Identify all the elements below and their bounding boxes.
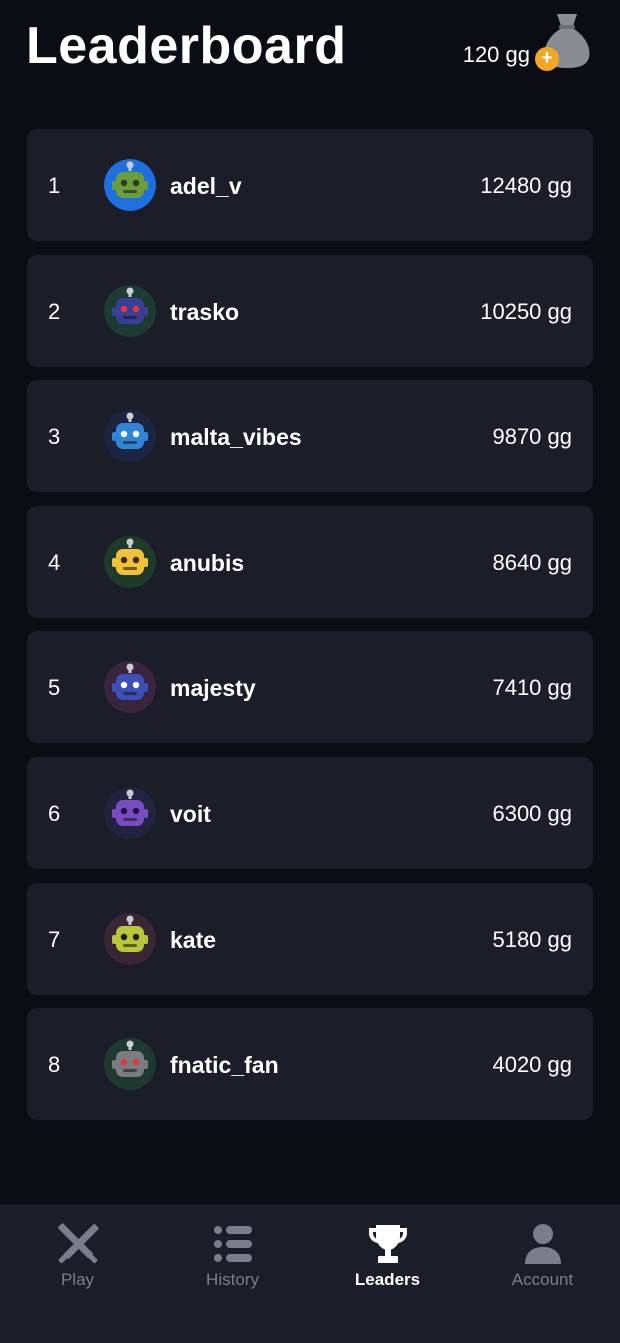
player-name: kate: [170, 926, 217, 953]
player-score: 4020 gg: [492, 1052, 572, 1078]
tab-label: Play: [60, 1270, 95, 1289]
rank: 5: [48, 675, 61, 701]
robot-avatar-icon: [104, 661, 156, 714]
player-score: 10250 gg: [480, 298, 572, 324]
player-name: anubis: [170, 549, 245, 576]
robot-avatar-icon: [104, 786, 156, 839]
list-icon: [213, 1226, 252, 1262]
rank: 8: [48, 1052, 61, 1078]
rank: 6: [48, 800, 61, 826]
tab-label: History: [206, 1270, 259, 1289]
player-name: adel_v: [170, 173, 242, 199]
balance-amount[interactable]: 120 gg: [463, 42, 530, 68]
rank: 7: [48, 926, 61, 952]
avatar: [104, 159, 156, 211]
rank: 3: [48, 424, 61, 450]
leaderboard-row[interactable]: 4 anubis 8640 gg: [27, 505, 593, 618]
rank: 1: [48, 173, 61, 198]
tab-history[interactable]: History: [155, 1222, 310, 1290]
player-score: 5180 gg: [492, 926, 572, 952]
player-name: trasko: [170, 298, 240, 325]
crossed-swords-icon: [57, 1223, 99, 1264]
rank: 4: [48, 549, 61, 575]
tab-leaders[interactable]: Leaders: [310, 1222, 465, 1290]
bottom-nav: Play History Leaders Account: [0, 1205, 620, 1343]
page-title: Leaderboard: [26, 17, 347, 75]
leaderboard-row[interactable]: 8 fnatic_fan 4020 gg: [27, 1008, 593, 1121]
player-name: voit: [170, 800, 211, 827]
player-name: malta_vibes: [170, 424, 302, 451]
avatar: [104, 410, 156, 463]
robot-avatar-icon: [104, 912, 156, 965]
robot-avatar-icon: [104, 410, 156, 463]
player-score: 12480 gg: [480, 173, 572, 198]
avatar: [104, 284, 156, 337]
tab-label: Account: [511, 1270, 574, 1289]
add-coins-button[interactable]: +: [535, 47, 559, 71]
leaderboard-row[interactable]: 6 voit 6300 gg: [27, 756, 593, 869]
robot-avatar-icon: [104, 1038, 156, 1091]
user-icon: [524, 1224, 561, 1264]
header: Leaderboard 120 gg +: [0, 0, 620, 110]
tab-play[interactable]: Play: [0, 1222, 155, 1290]
tab-account[interactable]: Account: [465, 1222, 620, 1290]
trophy-icon: [368, 1225, 407, 1263]
rank: 2: [48, 298, 61, 324]
avatar: [104, 1038, 156, 1091]
tab-label: Leaders: [354, 1270, 421, 1289]
leaderboard-row[interactable]: 7 kate 5180 gg: [27, 882, 593, 995]
leaderboard-row[interactable]: 1 adel_v 12480 gg: [27, 129, 593, 241]
avatar: [104, 912, 156, 965]
player-score: 6300 gg: [492, 800, 572, 826]
leaderboard-row[interactable]: 5 majesty 7410 gg: [27, 631, 593, 744]
avatar: [104, 786, 156, 839]
player-score: 8640 gg: [492, 549, 572, 575]
robot-avatar-icon: [104, 159, 156, 211]
player-score: 7410 gg: [492, 675, 572, 701]
player-name: fnatic_fan: [170, 1052, 279, 1079]
player-name: majesty: [170, 675, 256, 702]
leaderboard-row[interactable]: 2 trasko 10250 gg: [27, 254, 593, 367]
player-score: 9870 gg: [492, 424, 572, 450]
leaderboard-row[interactable]: 3 malta_vibes 9870 gg: [27, 380, 593, 493]
avatar: [104, 535, 156, 588]
leaderboard-list: 1 adel_v 12480 gg 2 trasko 10250 gg 3 ma…: [27, 129, 593, 1134]
robot-avatar-icon: [104, 535, 156, 588]
robot-avatar-icon: [104, 284, 156, 337]
avatar: [104, 661, 156, 714]
